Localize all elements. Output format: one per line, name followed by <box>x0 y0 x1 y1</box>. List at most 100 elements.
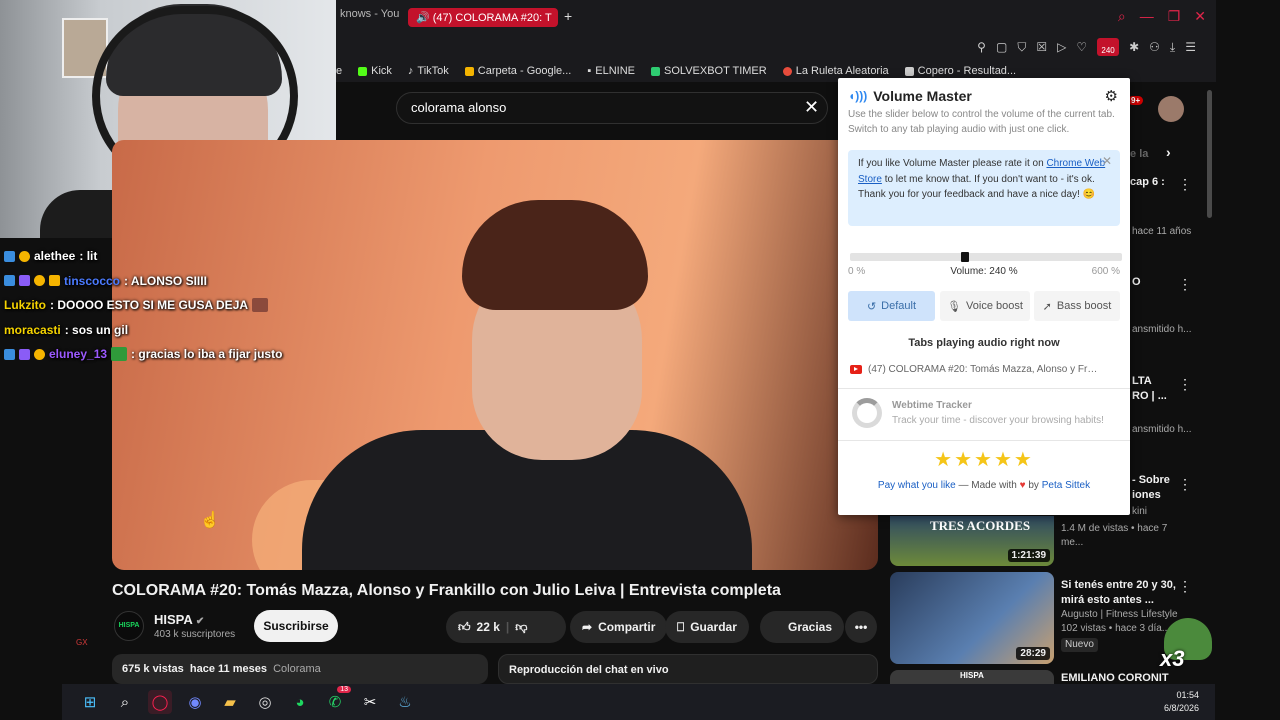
whatsapp-icon[interactable]: ✆ 13 <box>323 686 351 714</box>
play-icon[interactable]: ▷ <box>1057 40 1066 54</box>
close-icon[interactable]: ✕ <box>1102 154 1112 170</box>
rec-thumbnail[interactable]: 28:29 <box>890 572 1054 664</box>
rating-stars[interactable]: ★★★★★ <box>838 447 1130 472</box>
tab-active[interactable]: 🔊 (47) COLORAMA #20: T <box>408 8 558 27</box>
verified-icon: ✔ <box>195 616 205 627</box>
close-square-icon[interactable]: ☒ <box>1036 40 1047 54</box>
bookmark-copero[interactable]: Copero - Resultad... <box>904 65 1016 77</box>
more-vert-icon[interactable]: ⋮ <box>1178 276 1192 293</box>
crown-icon <box>49 275 60 287</box>
chat-text: : lit <box>79 249 98 264</box>
opera-gx-icon[interactable]: ◯ <box>148 690 172 714</box>
minimize-button[interactable]: — <box>1140 8 1154 25</box>
vm-header: ◖))) Volume Master <box>848 88 972 104</box>
new-tab-button[interactable]: + <box>564 8 572 24</box>
more-vert-icon[interactable]: ⋮ <box>1178 578 1192 595</box>
bookmark-kick[interactable]: Kick <box>358 65 392 77</box>
share-button[interactable]: ➦ Compartir <box>570 611 668 643</box>
coin-icon <box>19 250 30 262</box>
file-explorer-icon[interactable]: ▰ <box>218 690 242 714</box>
audio-tab-title: (47) COLORAMA #20: Tomás Mazza, Alonso y… <box>868 364 1098 375</box>
screenshot-icon[interactable]: ▢ <box>996 40 1007 54</box>
bookmark-solvexbot[interactable]: SOLVEXBOT TIMER <box>651 65 767 77</box>
volume-master-icon[interactable]: 240 <box>1097 38 1120 56</box>
more-vert-icon[interactable]: ⋮ <box>1178 376 1192 393</box>
bookmark-tiktok[interactable]: ♪ TikTok <box>408 65 449 77</box>
microphone-icon: 🎙︎ <box>947 300 962 313</box>
rec-fragment: iones <box>1132 489 1161 501</box>
coin-icon <box>34 348 45 360</box>
search-input[interactable]: colorama alonso <box>396 92 828 124</box>
more-vert-icon[interactable]: ⋮ <box>1178 476 1192 493</box>
puzzle-icon[interactable]: ✱ <box>1129 40 1139 54</box>
discord-icon[interactable]: ◉ <box>183 690 207 714</box>
menu-icon[interactable]: ☰ <box>1185 40 1196 54</box>
page-scrollbar[interactable] <box>1207 90 1212 218</box>
subscribe-button[interactable]: Suscribirse <box>254 610 338 642</box>
bookmark-drive[interactable]: Carpeta - Google... <box>464 65 571 77</box>
gear-icon[interactable]: ⚙ <box>1105 87 1118 105</box>
clock-date: 6/8/2026 <box>1163 703 1199 713</box>
chevron-right-icon[interactable]: › <box>1166 144 1171 160</box>
rec-title[interactable]: Si tenés entre 20 y 30, mirá esto antes … <box>1061 578 1177 608</box>
bookmark-ruleta[interactable]: La Ruleta Aleatoria <box>782 65 889 77</box>
user-lock-icon[interactable]: ⚇ <box>1149 40 1160 54</box>
default-mode-button[interactable]: ↺ Default <box>848 291 935 321</box>
rec-duration: 28:29 <box>1016 647 1050 660</box>
shield-icon[interactable]: ⛉ <box>1017 40 1026 55</box>
description-box[interactable]: 675 k vistas hace 11 meses Colorama <box>112 654 488 684</box>
rec-thumbnail[interactable]: TRES ACORDES 1:21:39 <box>890 516 1054 566</box>
volume-slider[interactable] <box>850 252 1122 262</box>
volume-waves-icon: ◖))) <box>848 89 868 103</box>
search-icon[interactable]: ⌕ <box>113 690 137 714</box>
window-controls: ⌕ — ❐ ✕ <box>1118 8 1206 25</box>
dislike-icon[interactable]: 👎︎ <box>515 620 527 635</box>
spotify-icon[interactable]: ◕ <box>288 690 312 714</box>
kick-icon <box>358 66 368 76</box>
close-button[interactable]: ✕ <box>1194 8 1206 25</box>
audio-tab-item[interactable]: (47) COLORAMA #20: Tomás Mazza, Alonso y… <box>850 364 1120 375</box>
chat-username: tinscocco <box>64 273 121 288</box>
user-avatar[interactable] <box>1158 96 1184 122</box>
tab-previous[interactable]: knows - You <box>340 8 399 20</box>
channel-avatar[interactable]: HISPA <box>114 611 144 641</box>
clear-search-icon[interactable]: ✕ <box>804 97 819 118</box>
rec-fragment: ansmitido h... <box>1132 324 1192 335</box>
bookmark-elnine[interactable]: ▪ ELNINE <box>587 65 635 77</box>
thanks-button[interactable]: Gracias <box>760 611 845 643</box>
like-count[interactable]: 22 k <box>477 620 500 634</box>
search-tabs-icon[interactable]: ⌕ <box>1118 8 1126 25</box>
obs-icon[interactable]: ◎ <box>253 690 277 714</box>
like-icon[interactable]: 👍︎ <box>458 620 471 635</box>
chat-message: moracasti : sos un gil <box>4 318 334 343</box>
windows-start-icon[interactable]: ⊞ <box>78 690 102 714</box>
rocket-icon: ➚ <box>1042 300 1052 313</box>
capcut-icon[interactable]: ✂ <box>358 690 382 714</box>
chat-replay-panel[interactable]: Reproducción del chat en vivo <box>498 654 878 684</box>
volume-slider-handle[interactable] <box>960 252 969 262</box>
notifications-badge[interactable]: 9+ <box>1128 96 1144 105</box>
system-clock[interactable]: 01:54 6/8/2026 <box>1164 689 1199 715</box>
voice-boost-button[interactable]: 🎙︎ Voice boost <box>940 291 1030 321</box>
more-actions-button[interactable]: ••• <box>845 611 877 643</box>
webtime-tracker-icon[interactable] <box>852 398 882 428</box>
solvexbot-icon <box>651 66 660 76</box>
save-button[interactable]: ⎕ Guardar <box>665 611 749 643</box>
steam-icon[interactable]: ♨ <box>393 690 417 714</box>
author-link[interactable]: Peta Sittek <box>1042 480 1090 491</box>
heart-icon[interactable]: ♡ <box>1076 40 1087 54</box>
emote-overlay: x3 <box>1158 612 1214 678</box>
rec-thumbnail[interactable]: HISPA <box>890 670 1054 684</box>
like-dislike-group: 👍︎ 22 k | 👎︎ <box>446 611 566 643</box>
speaker-icon: 🔊 <box>416 12 433 24</box>
bass-boost-button[interactable]: ➚ Bass boost <box>1034 291 1120 321</box>
bookmark-0[interactable]: e <box>336 65 342 77</box>
more-vert-icon[interactable]: ⋮ <box>1178 176 1192 193</box>
webtime-title[interactable]: Webtime Tracker <box>892 400 972 411</box>
pin-icon[interactable]: ⚲ <box>977 40 986 54</box>
channel-name[interactable]: HISPA ✔ <box>154 612 204 627</box>
download-icon[interactable]: ⤓ <box>1170 40 1175 55</box>
divider <box>838 388 1130 389</box>
maximize-button[interactable]: ❐ <box>1168 8 1181 25</box>
pay-what-you-like-link[interactable]: Pay what you like <box>878 480 956 491</box>
